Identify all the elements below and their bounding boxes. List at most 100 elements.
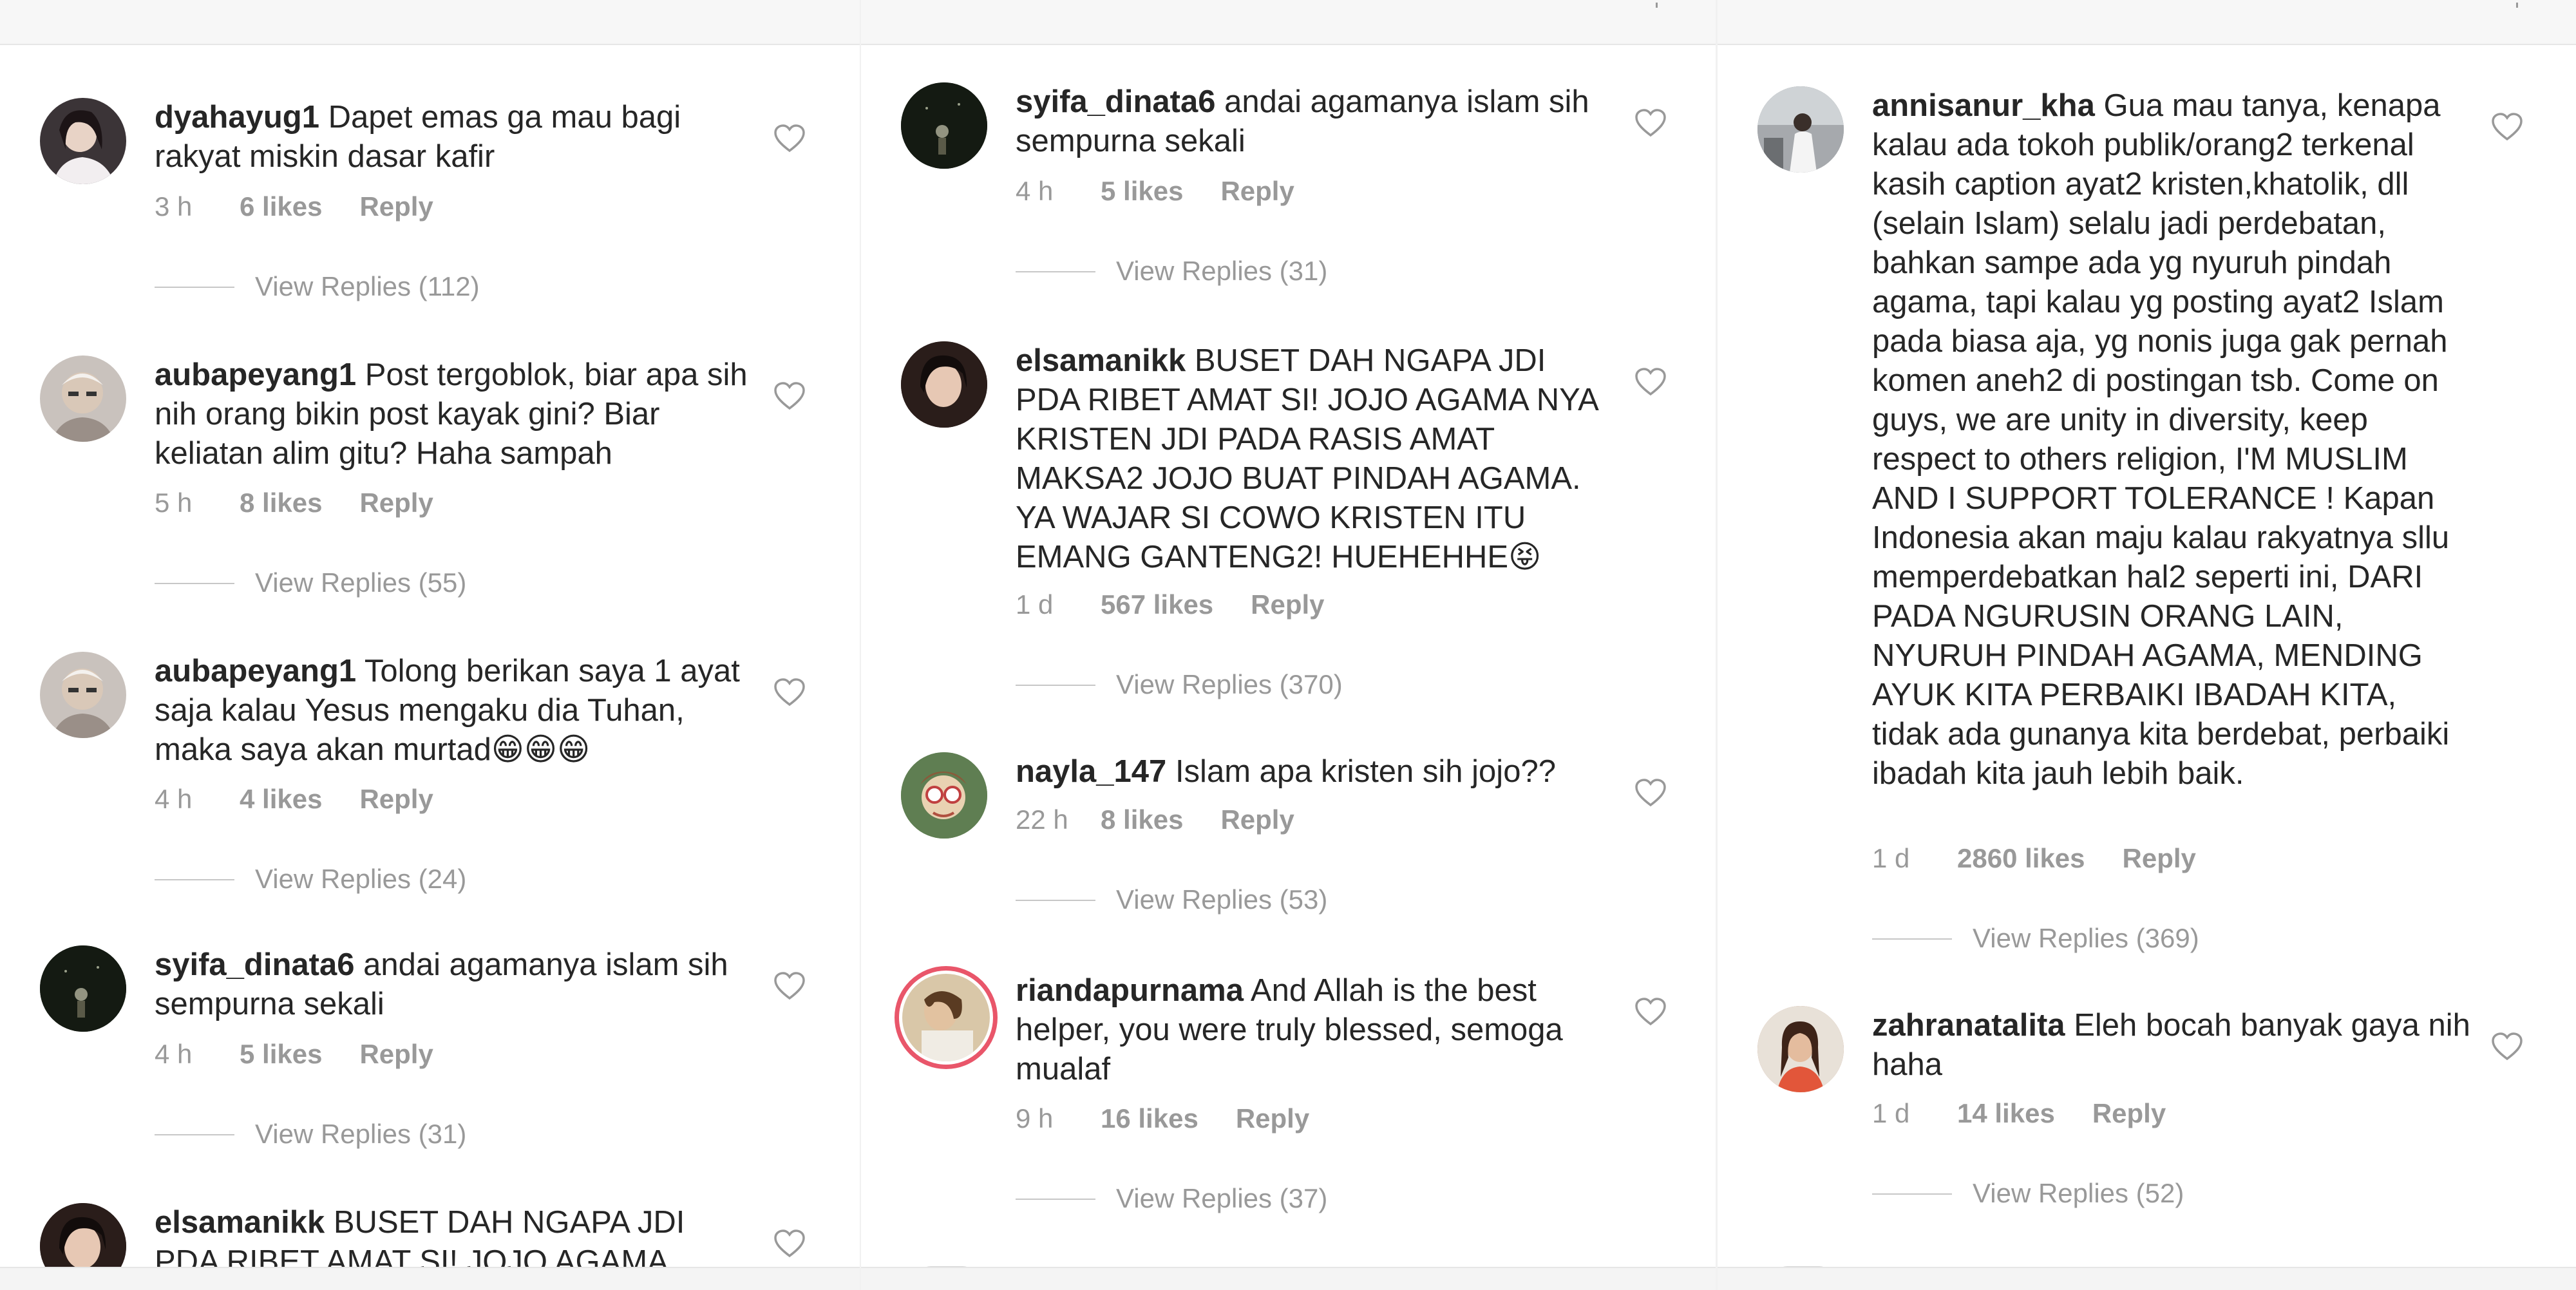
comment-username[interactable]: dyahayug1 xyxy=(155,100,319,135)
view-replies-label[interactable]: View Replies (53) xyxy=(1116,884,1327,915)
avatar[interactable] xyxy=(895,966,998,1069)
heart-icon[interactable] xyxy=(1634,997,1667,1027)
reply-button[interactable]: Reply xyxy=(359,1038,433,1070)
heart-icon[interactable] xyxy=(1634,367,1667,397)
view-replies-label[interactable]: View Replies (31) xyxy=(255,1119,466,1149)
heart-icon[interactable] xyxy=(773,971,806,1001)
avatar[interactable] xyxy=(901,752,987,839)
comment-username[interactable]: elsamanikk xyxy=(1016,343,1186,378)
avatar[interactable] xyxy=(40,356,126,442)
comment-username[interactable]: aubapeyang1 xyxy=(155,654,356,688)
comment-username[interactable]: annisanur_kha xyxy=(1872,88,2095,123)
panel-footer xyxy=(0,1267,860,1290)
profile-photo xyxy=(1757,1006,1844,1092)
comment-username[interactable]: zahranatalita xyxy=(1872,1008,2065,1043)
view-replies-label[interactable]: View Replies (52) xyxy=(1973,1178,2184,1208)
comment-meta: 4 h 4 likes Reply xyxy=(155,783,433,815)
panel-footer xyxy=(861,1267,1716,1290)
avatar[interactable] xyxy=(1757,1006,1844,1092)
heart-icon[interactable] xyxy=(773,124,806,153)
comment-time: 4 h xyxy=(1016,176,1054,206)
comment-likes[interactable]: 4 likes xyxy=(240,783,322,815)
reply-button[interactable]: Reply xyxy=(359,487,433,519)
avatar[interactable] xyxy=(1757,86,1844,173)
panel-header xyxy=(0,0,860,45)
profile-photo xyxy=(1757,86,1844,173)
comment-meta: 1 d 567 likes Reply xyxy=(1016,589,1325,621)
comment-likes[interactable]: 567 likes xyxy=(1101,589,1213,621)
comment-likes[interactable]: 14 likes xyxy=(1957,1097,2055,1130)
view-replies-link[interactable]: View Replies (370) xyxy=(1016,669,1343,701)
avatar[interactable] xyxy=(40,945,126,1032)
view-replies-link[interactable]: View Replies (52) xyxy=(1872,1177,2184,1209)
heart-icon[interactable] xyxy=(2490,1032,2524,1061)
reply-button[interactable]: Reply xyxy=(1236,1103,1309,1135)
view-replies-label[interactable]: View Replies (370) xyxy=(1116,669,1343,699)
divider-line xyxy=(1016,1199,1095,1200)
divider-line xyxy=(1016,900,1095,901)
comment-meta: 22 h 8 likes Reply xyxy=(1016,804,1294,836)
profile-photo xyxy=(40,945,126,1032)
comment-time: 9 h xyxy=(1016,1103,1054,1133)
heart-icon[interactable] xyxy=(2490,112,2524,142)
divider-line xyxy=(155,1134,234,1135)
heart-icon[interactable] xyxy=(1634,778,1667,808)
avatar[interactable] xyxy=(40,98,126,184)
comment-time: 22 h xyxy=(1016,804,1068,835)
view-replies-label[interactable]: View Replies (55) xyxy=(255,567,466,598)
comment-meta: 3 h 6 likes Reply xyxy=(155,191,433,223)
comment-likes[interactable]: 6 likes xyxy=(240,191,322,223)
view-replies-link[interactable]: View Replies (112) xyxy=(155,270,480,303)
reply-button[interactable]: Reply xyxy=(1220,175,1294,207)
comment-likes[interactable]: 8 likes xyxy=(240,487,322,519)
comment-time: 1 d xyxy=(1016,589,1054,620)
panel-tick xyxy=(2516,3,2518,8)
heart-icon[interactable] xyxy=(773,381,806,411)
view-replies-link[interactable]: View Replies (24) xyxy=(155,863,466,895)
comments-panel-right: annisanur_kha Gua mau tanya, kenapa kala… xyxy=(1718,0,2576,1290)
view-replies-label[interactable]: View Replies (112) xyxy=(255,271,480,301)
reply-button[interactable]: Reply xyxy=(2123,842,2196,875)
heart-icon[interactable] xyxy=(773,1229,806,1258)
view-replies-link[interactable]: View Replies (31) xyxy=(155,1118,466,1150)
comment-meta: 4 h 5 likes Reply xyxy=(155,1038,433,1070)
view-replies-label[interactable]: View Replies (31) xyxy=(1116,256,1327,286)
avatar[interactable] xyxy=(901,341,987,428)
view-replies-label[interactable]: View Replies (37) xyxy=(1116,1183,1327,1213)
comment-likes[interactable]: 5 likes xyxy=(240,1038,322,1070)
reply-button[interactable]: Reply xyxy=(1220,804,1294,836)
comment-username[interactable]: syifa_dinata6 xyxy=(1016,84,1216,119)
panel-footer xyxy=(1718,1267,2576,1290)
heart-icon[interactable] xyxy=(773,678,806,707)
comment-username[interactable]: riandapurnama xyxy=(1016,973,1244,1008)
view-replies-link[interactable]: View Replies (55) xyxy=(155,567,466,599)
view-replies-link[interactable]: View Replies (31) xyxy=(1016,255,1327,287)
reply-button[interactable]: Reply xyxy=(2092,1097,2166,1130)
comment-likes[interactable]: 5 likes xyxy=(1101,175,1183,207)
comment-body: Islam apa kristen sih jojo?? xyxy=(1175,754,1556,789)
comment-likes[interactable]: 8 likes xyxy=(1101,804,1183,836)
view-replies-link[interactable]: View Replies (37) xyxy=(1016,1182,1327,1215)
comment-username[interactable]: nayla_147 xyxy=(1016,754,1166,789)
view-replies-label[interactable]: View Replies (369) xyxy=(1973,923,2199,953)
comment-text: annisanur_kha Gua mau tanya, kenapa kala… xyxy=(1872,86,2471,793)
reply-button[interactable]: Reply xyxy=(359,191,433,223)
comment-username[interactable]: elsamanikk xyxy=(155,1205,325,1240)
emoji-squint-icon: 😝 xyxy=(1508,540,1542,574)
view-replies-link[interactable]: View Replies (369) xyxy=(1872,922,2199,954)
view-replies-link[interactable]: View Replies (53) xyxy=(1016,884,1327,916)
avatar[interactable] xyxy=(901,82,987,169)
avatar[interactable] xyxy=(40,652,126,738)
reply-button[interactable]: Reply xyxy=(359,783,433,815)
view-replies-label[interactable]: View Replies (24) xyxy=(255,864,466,894)
comment-likes[interactable]: 2860 likes xyxy=(1957,842,2085,875)
reply-button[interactable]: Reply xyxy=(1251,589,1324,621)
comment-likes[interactable]: 16 likes xyxy=(1101,1103,1198,1135)
comment-text: syifa_dinata6 andai agamanya islam sih s… xyxy=(1016,82,1615,161)
comment-username[interactable]: aubapeyang1 xyxy=(155,357,356,392)
comment-text: dyahayug1 Dapet emas ga mau bagi rakyat … xyxy=(155,98,753,176)
avatar-inner xyxy=(902,974,990,1061)
comment-username[interactable]: syifa_dinata6 xyxy=(155,947,355,982)
heart-icon[interactable] xyxy=(1634,108,1667,138)
comment-meta: 9 h 16 likes Reply xyxy=(1016,1103,1309,1135)
